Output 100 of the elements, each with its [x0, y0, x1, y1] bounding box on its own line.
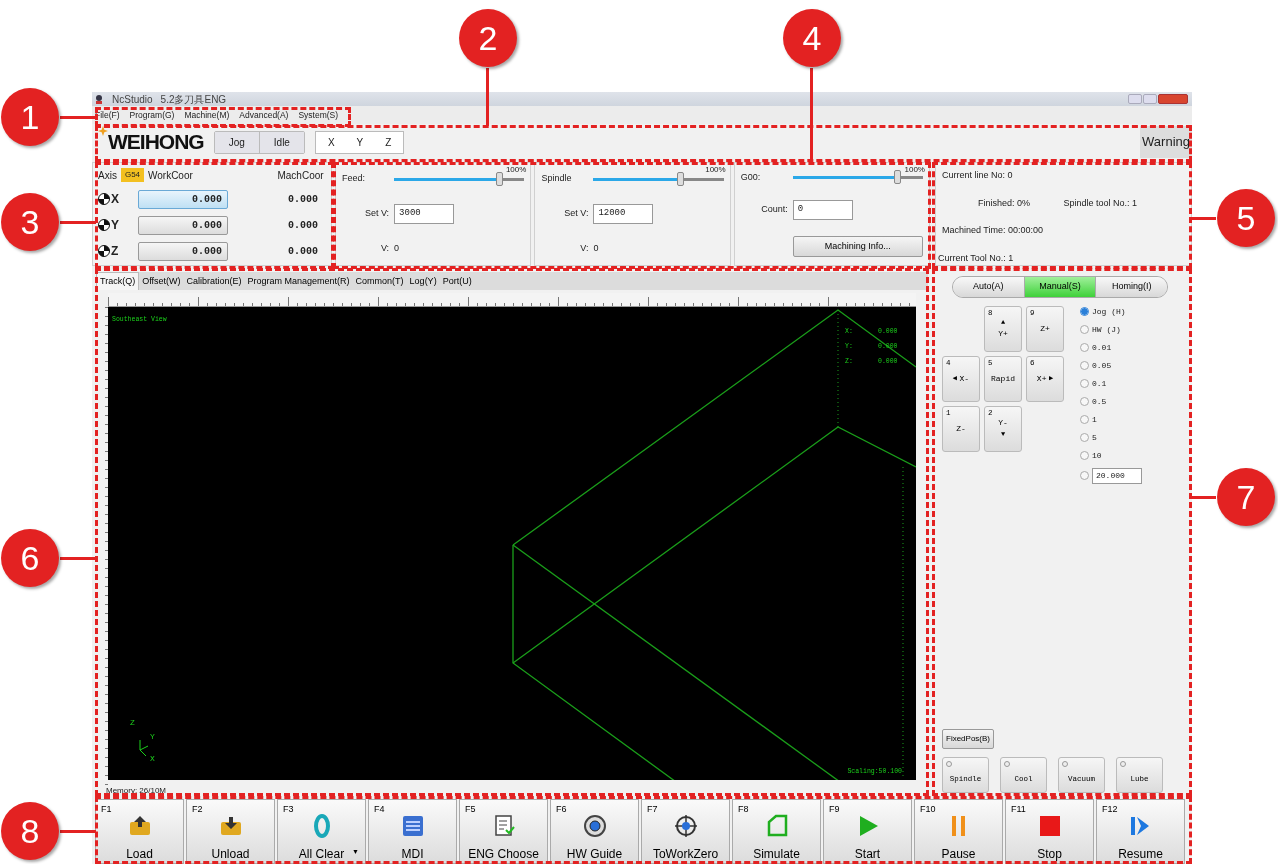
radio-button[interactable]: [1080, 379, 1089, 388]
axis-label: Z: [385, 135, 392, 150]
star-icon: [98, 126, 108, 137]
leader-line: [60, 221, 96, 224]
function-button[interactable]: F12 Resume: [1096, 799, 1185, 864]
function-button[interactable]: F6 HW Guide: [550, 799, 639, 864]
input-field[interactable]: 3000: [394, 204, 455, 224]
reading-value: 0: [394, 242, 401, 256]
maximize-button[interactable]: [1143, 94, 1157, 104]
coordinate-field[interactable]: 0.000: [138, 189, 228, 209]
max-label: 100%: [904, 164, 925, 176]
coordinate-field[interactable]: 0.000: [138, 215, 228, 235]
memory-label: Memory: 26/10M: [106, 787, 168, 795]
menu-item[interactable]: System(S): [298, 108, 339, 122]
slider[interactable]: [394, 172, 525, 187]
status-text: Machined Time: 00:00:00: [941, 224, 1044, 237]
leader-line: [1190, 496, 1216, 499]
status-text: Current Tool No.: 1: [937, 251, 1015, 265]
radio-button[interactable]: [1080, 307, 1089, 316]
tab[interactable]: Program Management(R): [244, 272, 353, 290]
max-label: 100%: [705, 164, 726, 176]
mode-indicator: Jog: [214, 131, 259, 153]
tab[interactable]: Common(T): [352, 272, 407, 290]
axis-icon: [98, 193, 110, 205]
axis-name: X: [111, 191, 119, 208]
axis-icon: [98, 245, 110, 257]
slider-thumb[interactable]: [676, 171, 684, 186]
slider[interactable]: [792, 170, 923, 185]
machine-coordinate: 0.000: [287, 244, 320, 259]
status-text: Spindle tool No.: 1: [1063, 196, 1138, 210]
radio-button[interactable]: [1080, 433, 1089, 442]
triad-label: Z: [130, 717, 135, 729]
step-field[interactable]: 20.000: [1092, 467, 1142, 484]
status-text: Finished: 0%: [976, 196, 1031, 210]
minimize-button[interactable]: [1128, 94, 1142, 104]
leader-line: [60, 116, 96, 119]
close-button[interactable]: [1158, 94, 1188, 104]
mode-tab[interactable]: Auto(A): [953, 277, 1024, 297]
app-name: NcStudio: [112, 92, 153, 107]
function-button[interactable]: F9 Start: [823, 799, 912, 864]
callout-badge: 1: [1, 88, 59, 146]
callout-badge: 8: [1, 802, 59, 860]
slider[interactable]: [593, 172, 724, 187]
fixed-position-button[interactable]: FixedPos(B): [942, 729, 994, 749]
callout-badge: 5: [1217, 189, 1275, 247]
radio-button[interactable]: [1080, 343, 1089, 352]
radio-button[interactable]: [1080, 361, 1089, 370]
coordinate-field[interactable]: 0.000: [138, 241, 228, 261]
coordinate-system-tag: G54: [120, 168, 145, 182]
function-button[interactable]: F4 MDI: [368, 799, 457, 864]
slider-thumb[interactable]: [894, 170, 902, 185]
axis-name: Y: [111, 217, 119, 234]
tab[interactable]: Port(U): [439, 272, 475, 290]
menu-item[interactable]: Program(G): [129, 108, 175, 122]
tab[interactable]: Calibration(E): [183, 272, 245, 290]
callout-badge: 6: [1, 529, 59, 587]
tab[interactable]: Log(Y): [406, 272, 440, 290]
callout-badge: 4: [783, 9, 841, 67]
input-field[interactable]: 0: [792, 200, 853, 220]
dial-icon: [581, 813, 608, 839]
function-button[interactable]: F1 Load: [95, 799, 184, 864]
tab[interactable]: Offset(W): [139, 272, 184, 290]
field-label: Set V:: [563, 207, 590, 221]
radio-button[interactable]: [1080, 451, 1089, 460]
radio-button[interactable]: [1080, 415, 1089, 424]
machining-info-button[interactable]: Machining Info...: [792, 235, 923, 258]
machine-coordinate: 0.000: [287, 192, 320, 207]
mode-tab[interactable]: Homing(I): [1095, 277, 1167, 297]
menu-item[interactable]: Advanced(A): [239, 108, 289, 122]
radio-button[interactable]: [1080, 397, 1089, 406]
radio-label: 10: [1092, 449, 1102, 462]
mode-tab[interactable]: Manual(S): [1023, 277, 1096, 297]
field-label: Set V:: [363, 207, 391, 221]
callout-badge: 7: [1217, 468, 1275, 526]
radio-button[interactable]: [1080, 471, 1089, 480]
reading-label: V:: [579, 242, 590, 256]
function-button[interactable]: F2 Unload: [186, 799, 275, 864]
tab[interactable]: Track(Q): [96, 271, 140, 290]
function-button[interactable]: F7 ToWorkZero: [641, 799, 730, 864]
column-header: MachCoor: [276, 168, 325, 183]
radio-label: Jog (H): [1092, 305, 1126, 318]
machine-coordinate: 0.000: [287, 218, 320, 233]
logo: WEIHONG: [108, 129, 204, 156]
input-field[interactable]: 12000: [593, 204, 654, 224]
function-button[interactable]: F5 ENG Choose: [459, 799, 548, 864]
slider-thumb[interactable]: [495, 171, 503, 186]
function-button[interactable]: F8 Simulate: [732, 799, 821, 864]
function-button[interactable]: F11 Stop: [1005, 799, 1094, 864]
radio-label: HW (J): [1092, 323, 1121, 336]
axis-name: Z: [111, 243, 119, 260]
function-button[interactable]: F10 Pause: [914, 799, 1003, 864]
leader-line: [60, 830, 96, 833]
field-label: Count:: [760, 203, 789, 217]
status-text: Current line No: 0: [941, 169, 1014, 182]
column-header: Axis: [98, 168, 117, 183]
radio-label: 1: [1092, 413, 1097, 426]
radio-label: 0.01: [1092, 341, 1112, 354]
menu-item[interactable]: Machine(M): [184, 108, 230, 122]
radio-button[interactable]: [1080, 325, 1089, 334]
callout-badge: 3: [1, 193, 59, 251]
